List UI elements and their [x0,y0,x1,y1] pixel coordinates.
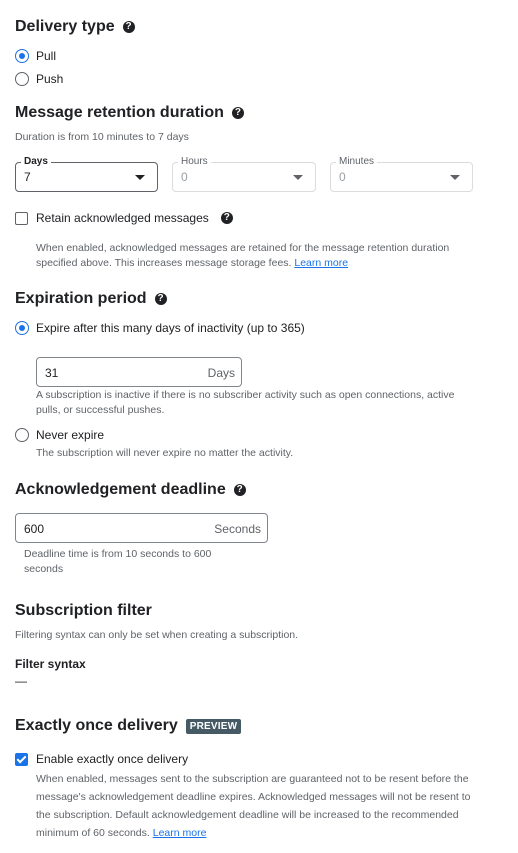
ack-deadline-title: Acknowledgement deadline [15,481,226,498]
hours-value: 0 [181,170,188,184]
exactly-once-heading: Exactly once delivery PREVIEW [15,717,242,735]
days-select[interactable]: Days 7 [15,156,158,192]
ack-deadline-hint: Deadline time is from 10 seconds to 600 … [24,548,212,575]
expire-after-radio[interactable] [15,321,29,335]
minutes-select[interactable]: Minutes 0 [330,156,473,192]
exactly-once-title: Exactly once delivery [15,717,178,734]
expiration-days-suffix: Days [207,366,235,380]
chevron-down-icon [293,175,303,180]
subscription-filter-title: Subscription filter [15,602,152,619]
ack-deadline-input[interactable]: 600 Seconds [15,513,268,543]
learn-more-link[interactable]: Learn more [153,827,207,839]
expiration-days-input[interactable]: 31 Days [36,357,242,387]
push-label[interactable]: Push [36,72,63,86]
never-expire-label[interactable]: Never expire [36,428,104,442]
retain-acked-hint: When enabled, acknowledged messages are … [36,241,481,271]
delivery-type-heading: Delivery type ? [15,18,135,36]
exactly-once-hint-text: When enabled, messages sent to the subsc… [36,773,471,839]
minutes-label: Minutes [336,156,378,167]
chevron-down-icon [450,175,460,180]
retain-acked-checkbox[interactable] [15,212,28,225]
retain-acked-row: Retain acknowledged messages ? [36,211,233,225]
help-icon[interactable]: ? [154,293,167,305]
help-icon[interactable]: ? [231,107,244,119]
pull-radio[interactable] [15,49,29,63]
help-icon[interactable]: ? [233,484,246,496]
push-radio[interactable] [15,72,29,86]
learn-more-link[interactable]: Learn more [294,257,348,269]
retention-title: Message retention duration [15,104,224,121]
retention-heading: Message retention duration ? [15,104,244,122]
expire-hint: A subscription is inactive if there is n… [36,389,455,416]
preview-badge: PREVIEW [185,718,242,734]
retention-hint: Duration is from 10 minutes to 7 days [15,131,189,143]
exactly-once-hint: When enabled, messages sent to the subsc… [36,770,484,842]
filter-syntax-value: — [15,674,27,688]
ack-deadline-heading: Acknowledgement deadline ? [15,481,246,499]
delivery-type-title: Delivery type [15,18,115,35]
hours-label: Hours [178,156,211,167]
expiration-title: Expiration period [15,290,147,307]
ack-deadline-suffix: Seconds [214,522,261,536]
exactly-once-checkbox[interactable] [15,753,28,766]
days-label: Days [21,156,51,167]
help-icon[interactable]: ? [220,212,233,224]
help-icon[interactable]: ? [122,21,135,33]
minutes-value: 0 [339,170,346,184]
filter-syntax-label: Filter syntax [15,657,86,671]
expire-after-label[interactable]: Expire after this many days of inactivit… [36,321,305,335]
retain-acked-label[interactable]: Retain acknowledged messages [36,211,209,225]
never-expire-hint: The subscription will never expire no ma… [36,447,294,459]
days-value: 7 [24,170,31,184]
retain-acked-hint-text: When enabled, acknowledged messages are … [36,242,450,269]
ack-deadline-value: 600 [24,522,45,536]
exactly-once-label[interactable]: Enable exactly once delivery [36,752,188,766]
chevron-down-icon [135,175,145,180]
never-expire-radio[interactable] [15,428,29,442]
hours-select[interactable]: Hours 0 [172,156,316,192]
expiration-days-value: 31 [45,366,59,380]
filter-hint: Filtering syntax can only be set when cr… [15,629,299,641]
pull-label[interactable]: Pull [36,49,56,63]
expiration-heading: Expiration period ? [15,290,167,308]
